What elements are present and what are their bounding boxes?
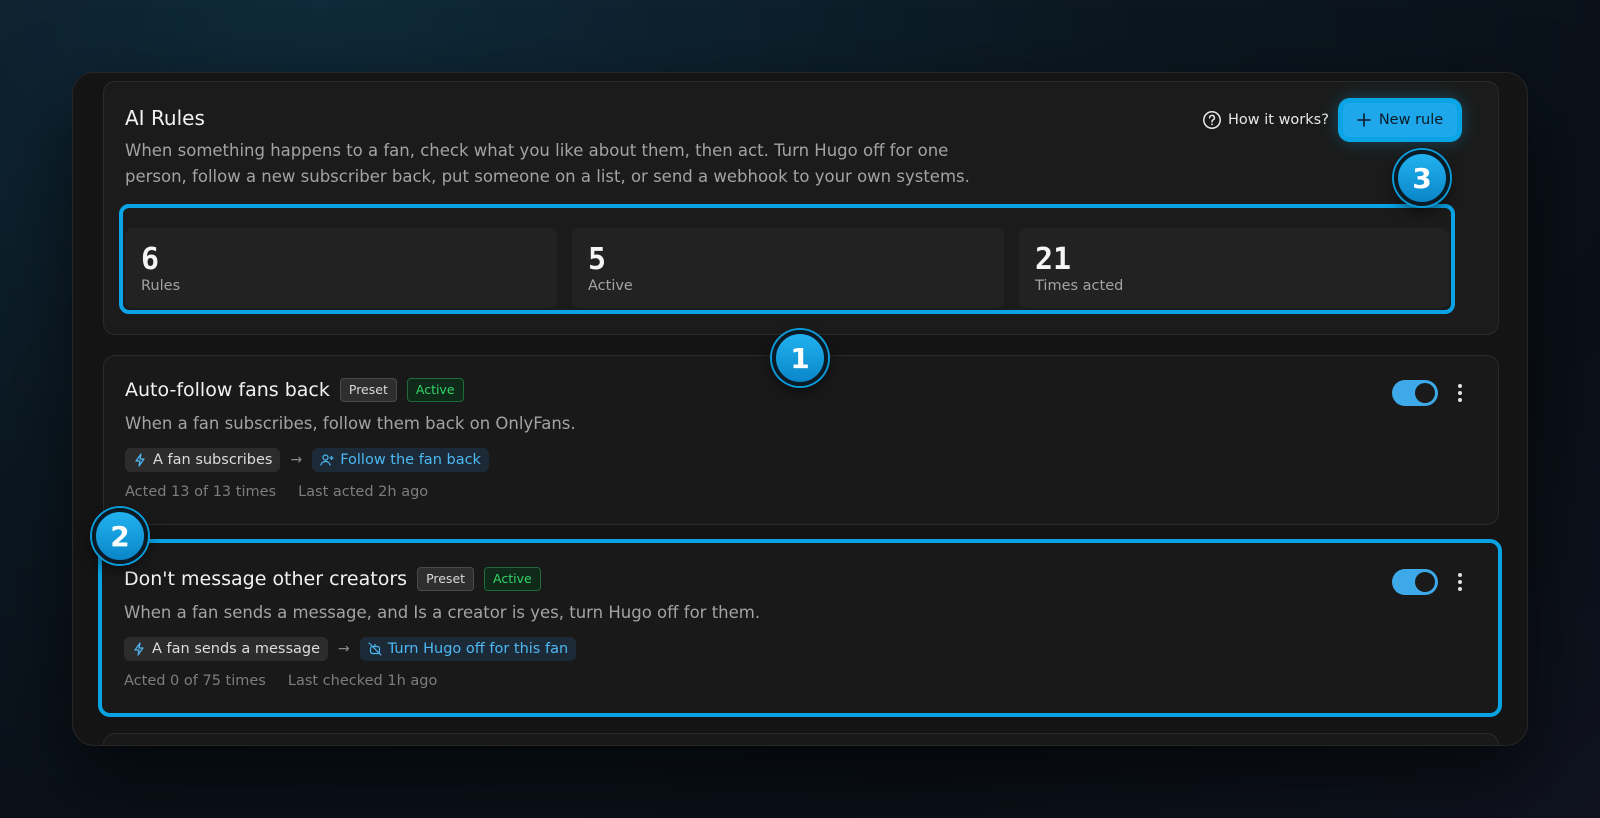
trigger-label: A fan sends a message [152, 641, 321, 657]
how-it-works-link[interactable]: How it works? [1202, 108, 1329, 132]
toggle-knob [1415, 572, 1435, 592]
toggle-knob [1415, 383, 1435, 403]
rule-card-dont-message-creators[interactable]: Don't message other creators Preset Acti… [98, 539, 1502, 717]
plus-icon [1357, 113, 1371, 127]
header-card: AI Rules When something happens to a fan… [103, 81, 1499, 335]
next-rule-card-partial [103, 733, 1499, 745]
arrow-right-icon: → [338, 641, 350, 657]
rule-flow: A fan subscribes → Follow the fan back [125, 448, 489, 472]
arrow-right-icon: → [290, 452, 303, 468]
rule-description: When a fan sends a message, and Is a cre… [124, 603, 761, 622]
acted-count: Acted 13 of 13 times [125, 484, 277, 500]
action-chip: Turn Hugo off for this fan [359, 637, 577, 661]
stat-value: 6 [141, 242, 160, 277]
stat-label: Active [588, 278, 633, 294]
status-badge: Active [484, 567, 541, 591]
acted-count: Acted 0 of 75 times [124, 673, 266, 689]
rule-title-row: Don't message other creators Preset Acti… [124, 567, 541, 591]
trigger-chip: A fan sends a message [124, 637, 329, 661]
more-options-icon[interactable] [1452, 571, 1468, 593]
rule-meta: Acted 13 of 13 times Last acted 2h ago [125, 484, 428, 500]
rule-toggle[interactable] [1392, 380, 1438, 406]
page-title: AI Rules [125, 106, 205, 130]
stat-rules: 6 Rules [125, 228, 557, 308]
trigger-label: A fan subscribes [153, 452, 273, 468]
last-acted: Last acted 2h ago [298, 484, 429, 500]
stat-value: 5 [588, 242, 607, 277]
status-badge: Active [406, 378, 464, 402]
stat-value: 21 [1035, 242, 1072, 277]
callout-marker-1: 1 [772, 330, 828, 386]
user-plus-icon [320, 454, 334, 466]
stat-active: 5 Active [572, 228, 1004, 308]
stat-label: Times acted [1035, 278, 1124, 294]
callout-marker-3: 3 [1394, 150, 1450, 206]
more-options-icon[interactable] [1452, 382, 1468, 404]
stat-times-acted: 21 Times acted [1019, 228, 1449, 308]
action-label: Turn Hugo off for this fan [387, 641, 569, 657]
new-rule-label: New rule [1378, 112, 1444, 128]
ai-rules-window: AI Rules When something happens to a fan… [72, 72, 1528, 746]
action-label: Follow the fan back [340, 452, 481, 468]
last-checked: Last checked 1h ago [287, 673, 438, 689]
action-chip: Follow the fan back [312, 448, 489, 472]
rule-title: Don't message other creators [124, 568, 408, 590]
rule-title: Auto-follow fans back [125, 379, 330, 401]
page-description: When something happens to a fan, check w… [125, 141, 970, 186]
trigger-chip: A fan subscribes [125, 448, 281, 472]
rule-title-row: Auto-follow fans back Preset Active [125, 378, 464, 402]
preset-badge: Preset [417, 567, 475, 591]
preset-badge: Preset [339, 378, 397, 402]
rule-meta: Acted 0 of 75 times Last checked 1h ago [124, 673, 437, 689]
stat-label: Rules [141, 278, 181, 294]
lightning-icon [135, 453, 145, 467]
bot-off-icon [368, 642, 382, 656]
rule-description: When a fan subscribes, follow them back … [125, 414, 576, 433]
new-rule-button[interactable]: New rule [1340, 100, 1460, 140]
how-it-works-label: How it works? [1228, 112, 1329, 128]
lightning-icon [134, 642, 144, 656]
question-circle-icon [1203, 111, 1221, 129]
callout-marker-2: 2 [92, 508, 148, 564]
rule-flow: A fan sends a message → Turn Hugo off fo… [124, 637, 577, 661]
rule-toggle[interactable] [1392, 569, 1438, 595]
